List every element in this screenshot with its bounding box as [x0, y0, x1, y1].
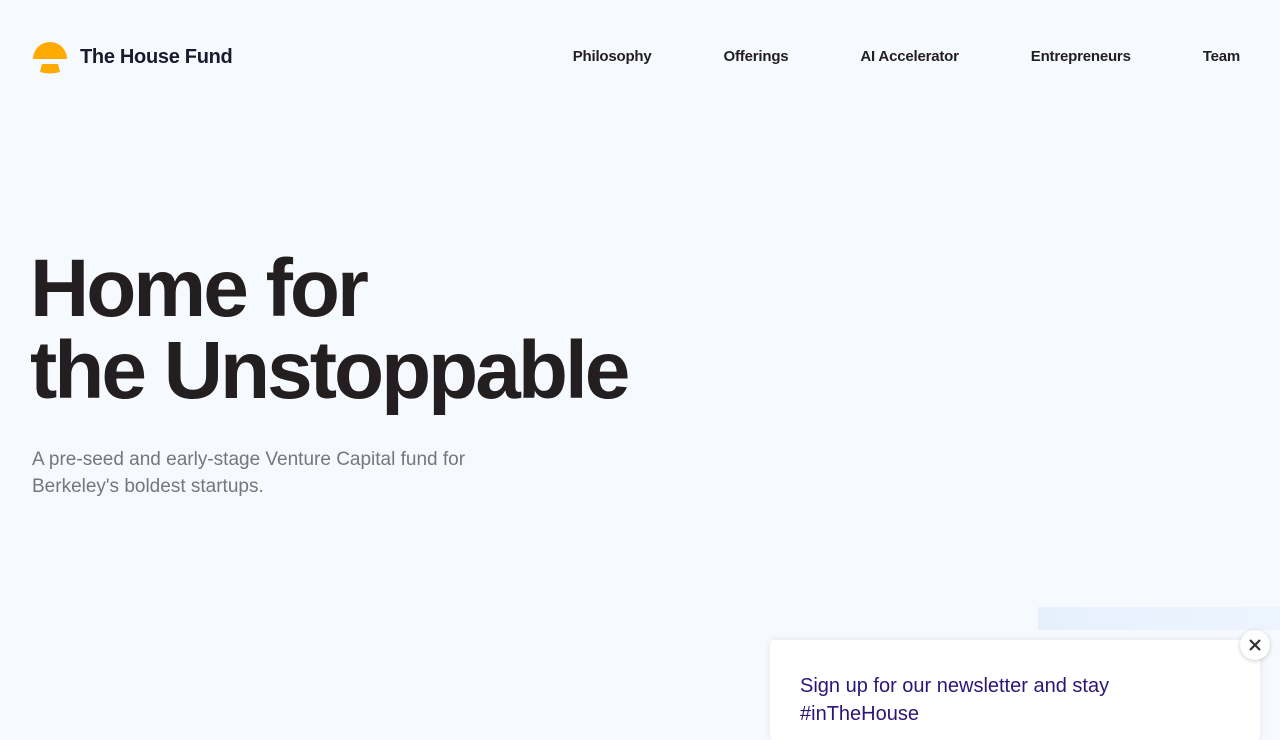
- hero-title: Home for the Unstoppable: [30, 248, 630, 412]
- hero-title-line1: Home for: [30, 243, 369, 334]
- house-fund-logo-icon: [33, 42, 67, 74]
- nav-entrepreneurs[interactable]: Entrepreneurs: [1031, 48, 1131, 65]
- nav-team[interactable]: Team: [1203, 48, 1240, 65]
- hero-subtitle: A pre-seed and early-stage Venture Capit…: [32, 449, 466, 497]
- main-nav: Philosophy Offerings AI Accelerator Entr…: [573, 48, 1240, 65]
- close-popup-button[interactable]: [1240, 630, 1270, 660]
- decorative-bar: [1038, 607, 1280, 630]
- close-icon: [1249, 639, 1261, 651]
- nav-ai-accelerator[interactable]: AI Accelerator: [860, 48, 959, 65]
- hero-title-line2: the Unstoppable: [30, 325, 630, 416]
- brand-name: The House Fund: [80, 45, 233, 68]
- logo-home-link[interactable]: The House Fund: [32, 40, 233, 74]
- nav-offerings[interactable]: Offerings: [724, 48, 789, 65]
- nav-philosophy[interactable]: Philosophy: [573, 48, 652, 65]
- newsletter-popup: Sign up for our newsletter and stay #inT…: [770, 640, 1260, 740]
